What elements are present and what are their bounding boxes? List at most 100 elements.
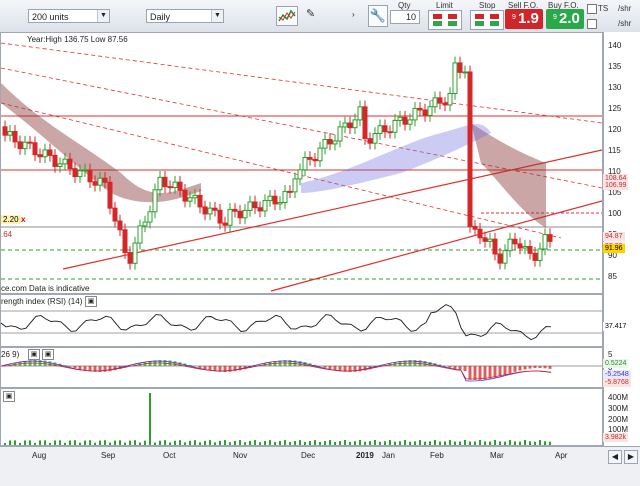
- candle-body: [523, 246, 527, 248]
- candle-body: [493, 239, 497, 254]
- macd-panel[interactable]: 26 9) ▣ ▣: [0, 347, 603, 388]
- chevron-down-icon[interactable]: ▼: [97, 10, 109, 22]
- volume-bar: [89, 440, 91, 445]
- stop-order-icon[interactable]: [470, 10, 504, 30]
- price-tick: 140: [608, 41, 621, 50]
- candle-body: [78, 171, 82, 177]
- volume-bar: [504, 442, 506, 445]
- candle-body: [103, 178, 107, 182]
- shr-label-1: /shr: [618, 4, 631, 13]
- rsi-label: rength index (RSI) (14): [1, 297, 82, 306]
- candle-body: [353, 120, 357, 128]
- candle-body: [393, 120, 397, 132]
- indicator-icon[interactable]: [276, 6, 298, 26]
- drawing-tool-icon[interactable]: ✎: [306, 7, 320, 25]
- volume-bar: [349, 442, 351, 445]
- macd-histogram-bar: [479, 366, 482, 380]
- volume-bar: [19, 443, 21, 445]
- volume-bar: [239, 440, 241, 445]
- macd-settings-icon[interactable]: ▣: [28, 349, 40, 360]
- shr-checkbox-1[interactable]: [587, 19, 597, 29]
- candle-body: [503, 251, 507, 263]
- candle-body: [83, 170, 87, 171]
- volume-bar: [219, 441, 221, 445]
- candle-body: [318, 148, 322, 161]
- month-aug: Aug: [32, 451, 46, 460]
- volume-bar: [534, 442, 536, 445]
- macd-histogram-bar: [529, 366, 532, 369]
- candle-body: [133, 243, 137, 263]
- buy-button[interactable]: 9 2.0: [546, 9, 584, 29]
- volume-bar: [509, 440, 511, 445]
- candle-body: [38, 155, 42, 157]
- rsi-line: [1, 305, 551, 340]
- volume-bar: [9, 440, 11, 445]
- candle-body: [238, 211, 242, 218]
- sell-price: 1.9: [518, 10, 539, 27]
- volume-bar: [474, 442, 476, 445]
- price-chart-canvas[interactable]: [1, 33, 602, 293]
- stop-label: Stop: [479, 1, 495, 10]
- month-apr: Apr: [555, 451, 567, 460]
- volume-bar: [59, 440, 61, 445]
- candle-body: [173, 182, 177, 187]
- rsi-panel[interactable]: rength index (RSI) (14) ▣: [0, 294, 603, 347]
- volume-bar: [204, 441, 206, 445]
- candle-body: [373, 134, 377, 144]
- qty-input[interactable]: 10: [390, 10, 420, 24]
- macd-histogram-bar: [499, 366, 502, 376]
- candle-body: [328, 140, 332, 144]
- wrench-icon[interactable]: 🔧: [368, 5, 388, 27]
- price-chart-panel[interactable]: Year:High 136.75 Low 87.56 ce.com Data i…: [0, 32, 603, 294]
- candle-body: [253, 202, 257, 208]
- chevron-down-icon[interactable]: ▼: [211, 10, 223, 22]
- units-select[interactable]: 200 units ▼: [28, 9, 110, 23]
- time-axis[interactable]: Aug Sep Oct Nov Dec 2019 Jan Feb Mar Apr…: [0, 446, 640, 486]
- volume-bar: [149, 393, 151, 445]
- macd-histogram-bar: [79, 366, 82, 369]
- candle-body: [188, 198, 192, 201]
- candle-body: [313, 159, 317, 160]
- limit-order-icon[interactable]: [428, 10, 462, 30]
- macd-histogram-bar: [49, 361, 52, 366]
- volume-bar: [249, 441, 251, 445]
- candle-body: [348, 123, 352, 128]
- volume-bar: [524, 440, 526, 445]
- volume-bar: [254, 440, 256, 445]
- candle-body: [98, 178, 102, 185]
- zoom-button[interactable]: ▶: [624, 450, 638, 464]
- price-level-tag: 106.99: [603, 181, 628, 190]
- volume-bar: [324, 441, 326, 445]
- macd-canvas[interactable]: [1, 348, 602, 387]
- shr-label-2: /shr: [618, 19, 631, 28]
- ts-checkbox[interactable]: [587, 4, 597, 14]
- scroll-left-button[interactable]: ◀: [608, 450, 622, 464]
- volume-panel[interactable]: ▣: [0, 388, 603, 446]
- candle-body: [118, 221, 122, 230]
- vol-tick-400m: 400M: [608, 393, 628, 402]
- volume-bar: [4, 443, 6, 445]
- period-select[interactable]: Daily ▼: [146, 9, 224, 23]
- candle-body: [308, 157, 312, 159]
- volume-bar: [394, 442, 396, 445]
- volume-bar: [234, 441, 236, 445]
- candle-body: [488, 239, 492, 241]
- month-feb: Feb: [430, 451, 444, 460]
- macd-histogram-bar: [199, 366, 202, 368]
- candle-body: [448, 94, 452, 105]
- volume-bar: [544, 441, 546, 445]
- candle-body: [3, 127, 7, 135]
- macd-histogram-bar: [74, 366, 77, 368]
- macd-close-icon[interactable]: ▣: [42, 349, 54, 360]
- rsi-settings-icon[interactable]: ▣: [85, 296, 97, 307]
- candle-body: [408, 120, 412, 124]
- volume-bar: [319, 442, 321, 445]
- volume-bar: [279, 441, 281, 445]
- close-marker[interactable]: x: [21, 215, 25, 224]
- sell-button[interactable]: 9 1.9: [505, 9, 543, 29]
- candle-body: [73, 169, 77, 177]
- volume-settings-icon[interactable]: ▣: [3, 391, 15, 402]
- volume-canvas[interactable]: [1, 389, 602, 445]
- volume-bar: [529, 441, 531, 445]
- settings-arrow-icon[interactable]: ›: [352, 10, 360, 22]
